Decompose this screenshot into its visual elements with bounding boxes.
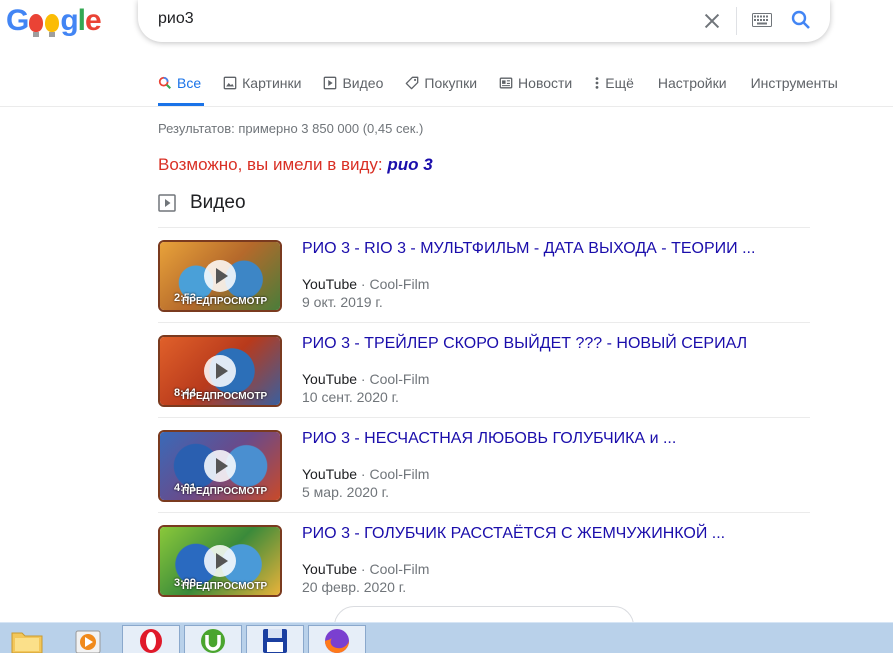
video-source: YouTube · Cool-Film (302, 371, 430, 387)
spelling-suggestion-link[interactable]: рио 3 (387, 155, 432, 174)
taskbar-explorer[interactable] (0, 625, 58, 653)
opera-icon (140, 629, 162, 653)
tab-label: Видео (342, 75, 384, 91)
channel-name: Cool-Film (369, 466, 430, 482)
video-result[interactable]: 2:53 ПРЕДПРОСМОТР РИО 3 - RIO 3 - МУЛЬТФ… (158, 240, 810, 312)
divider (158, 322, 810, 323)
video-source: YouTube · Cool-Film (302, 561, 430, 577)
video-title-link[interactable]: РИО 3 - ГОЛУБЧИК РАССТАЁТСЯ С ЖЕМЧУЖИНКО… (302, 525, 725, 543)
taskbar-save-app[interactable] (246, 625, 304, 653)
utorrent-icon (201, 629, 225, 653)
result-stats: Результатов: примерно 3 850 000 (0,45 се… (158, 121, 424, 136)
tab-more[interactable]: Ещё (594, 74, 634, 92)
video-thumbnail[interactable]: 2:53 ПРЕДПРОСМОТР (158, 240, 282, 312)
video-date: 5 мар. 2020 г. (302, 484, 389, 500)
tab-shopping[interactable]: Покупки (405, 74, 477, 92)
search-input[interactable] (158, 10, 678, 28)
channel-name: Cool-Film (369, 561, 430, 577)
tag-icon (406, 76, 419, 90)
tab-label: Покупки (424, 75, 478, 91)
video-thumbnail[interactable]: 3:09 ПРЕДПРОСМОТР (158, 525, 282, 597)
tabs-divider (0, 106, 893, 107)
tab-label: Картинки (242, 75, 302, 91)
media-player-icon (75, 630, 101, 653)
play-icon (204, 260, 236, 292)
preview-label: ПРЕДПРОСМОТР (182, 581, 268, 592)
divider (158, 512, 810, 513)
play-icon (204, 545, 236, 577)
video-play-icon (158, 194, 176, 212)
videos-heading-label: Видео (190, 192, 246, 213)
video-source: YouTube · Cool-Film (302, 466, 430, 482)
search-tabs: Все Картинки Видео Покупки Новости Ещё Н… (158, 74, 838, 92)
preview-label: ПРЕДПРОСМОТР (182, 391, 268, 402)
preview-label: ПРЕДПРОСМОТР (182, 296, 268, 307)
taskbar (0, 622, 893, 653)
video-title-link[interactable]: РИО 3 - RIO 3 - МУЛЬТФИЛЬМ - ДАТА ВЫХОДА… (302, 240, 755, 258)
video-source: YouTube · Cool-Film (302, 276, 430, 292)
clear-icon[interactable] (701, 10, 723, 32)
video-result[interactable]: 8:44 ПРЕДПРОСМОТР РИО 3 - ТРЕЙЛЕР СКОРО … (158, 335, 810, 407)
search-icon[interactable] (789, 8, 813, 32)
taskbar-media-player[interactable] (62, 625, 120, 653)
tab-label: Ещё (605, 75, 634, 91)
news-icon (499, 77, 513, 89)
video-date: 10 сент. 2020 г. (302, 389, 399, 405)
tab-tools[interactable]: Инструменты (751, 74, 838, 92)
video-date: 20 февр. 2020 г. (302, 579, 407, 595)
taskbar-opera[interactable] (122, 625, 180, 653)
tab-images[interactable]: Картинки (223, 74, 301, 92)
video-result[interactable]: 4:01 ПРЕДПРОСМОТР РИО 3 - НЕСЧАСТНАЯ ЛЮБ… (158, 430, 810, 502)
source-name: YouTube (302, 371, 358, 387)
tab-label: Новости (518, 75, 573, 91)
source-name: YouTube (302, 466, 358, 482)
divider (158, 417, 810, 418)
source-name: YouTube (302, 561, 358, 577)
google-logo[interactable]: G g l e (6, 4, 102, 38)
channel-name: Cool-Film (369, 276, 430, 292)
video-title-link[interactable]: РИО 3 - НЕСЧАСТНАЯ ЛЮБОВЬ ГОЛУБЧИКА и ..… (302, 430, 676, 448)
video-play-icon (324, 76, 337, 90)
tab-label: Инструменты (750, 75, 838, 91)
folder-icon (11, 632, 43, 653)
video-date: 9 окт. 2019 г. (302, 294, 383, 310)
video-title-link[interactable]: РИО 3 - ТРЕЙЛЕР СКОРО ВЫЙДЕТ ??? - НОВЫЙ… (302, 335, 747, 353)
keyboard-icon[interactable] (752, 13, 772, 27)
spelling-prefix: Возможно, вы имели в виду: (158, 155, 388, 174)
play-icon (204, 355, 236, 387)
tab-news[interactable]: Новости (499, 74, 572, 92)
tab-label: Настройки (657, 75, 727, 91)
video-thumbnail[interactable]: 8:44 ПРЕДПРОСМОТР (158, 335, 282, 407)
floppy-disk-icon (263, 629, 287, 653)
video-result[interactable]: 3:09 ПРЕДПРОСМОТР РИО 3 - ГОЛУБЧИК РАССТ… (158, 525, 810, 597)
image-icon (223, 76, 237, 90)
firefox-icon (325, 629, 349, 653)
preview-label: ПРЕДПРОСМОТР (182, 486, 268, 497)
tab-label: Все (177, 75, 202, 91)
tab-settings[interactable]: Настройки (658, 74, 727, 92)
search-icon (158, 76, 171, 89)
taskbar-utorrent[interactable] (184, 625, 242, 653)
search-box (138, 0, 830, 42)
source-name: YouTube (302, 276, 358, 292)
videos-section-heading: Видео (158, 192, 246, 214)
video-thumbnail[interactable]: 4:01 ПРЕДПРОСМОТР (158, 430, 282, 502)
spelling-suggestion: Возможно, вы имели в виду: рио 3 (158, 155, 433, 175)
tab-video[interactable]: Видео (323, 74, 383, 92)
more-vert-icon (595, 77, 599, 89)
channel-name: Cool-Film (369, 371, 430, 387)
search-divider (736, 7, 737, 35)
taskbar-firefox[interactable] (308, 625, 366, 653)
divider (158, 227, 810, 228)
tab-all[interactable]: Все (158, 74, 201, 92)
play-icon (204, 450, 236, 482)
